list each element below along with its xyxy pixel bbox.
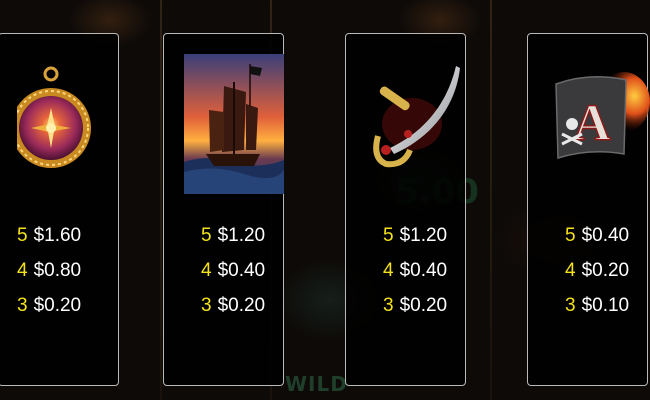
symbol-count: 3: [565, 295, 576, 316]
payout-value: $1.20: [399, 225, 448, 246]
symbol-count: 3: [17, 295, 28, 316]
symbol-count: 3: [201, 295, 212, 316]
reel-divider: [160, 0, 162, 400]
paytable-panel-junk-ship: 5 $1.20 4 $0.40 3 $0.20: [163, 33, 284, 386]
symbol-count: 4: [565, 260, 576, 281]
payout-row: 5 $1.60: [17, 224, 81, 248]
cutlass-icon: [373, 66, 460, 168]
payout-value: $0.40: [399, 260, 448, 281]
compass-icon: [17, 66, 91, 168]
payout-row: 4 $0.40: [201, 259, 265, 283]
symbol-count: 3: [383, 295, 394, 316]
payout-value: $0.40: [217, 260, 266, 281]
symbol-count: 5: [201, 225, 212, 246]
payout-value: $0.10: [581, 295, 630, 316]
payout-row: 4 $0.20: [565, 259, 629, 283]
payout-value: $1.20: [217, 225, 266, 246]
payout-row: 4 $0.80: [17, 259, 81, 283]
paytable-panel-compass: 5 $1.60 4 $0.80 3 $0.20: [0, 33, 119, 386]
payout-row: 3 $0.20: [201, 294, 265, 318]
paytable-panel-pirate-flag-a: A 5 $0.40 4 $0.20 3 $0.10: [527, 33, 650, 386]
symbol-count: 5: [17, 225, 28, 246]
payout-row: 3 $0.10: [565, 294, 629, 318]
payout-row: 4 $0.40: [383, 259, 447, 283]
junk-ship-icon: [184, 54, 284, 194]
symbol-count: 4: [17, 260, 28, 281]
symbol-count: 5: [565, 225, 576, 246]
payout-value: $0.40: [581, 225, 630, 246]
payout-row: 3 $0.20: [17, 294, 81, 318]
payout-value: $0.20: [581, 260, 630, 281]
payout-value: $0.20: [217, 295, 266, 316]
symbol-count: 5: [383, 225, 394, 246]
payout-row: 5 $1.20: [201, 224, 265, 248]
payout-row: 5 $1.20: [383, 224, 447, 248]
paytable-panel-cutlass: 5 $1.20 4 $0.40 3 $0.20: [345, 33, 466, 386]
symbol-count: 4: [383, 260, 394, 281]
payout-value: $0.80: [33, 260, 82, 281]
pirate-flag-a-icon: A: [555, 72, 650, 160]
payout-value: $0.20: [399, 295, 448, 316]
payout-value: $1.60: [33, 225, 82, 246]
payout-row: 5 $0.40: [565, 224, 629, 248]
payout-row: 3 $0.20: [383, 294, 447, 318]
payout-value: $0.20: [33, 295, 82, 316]
reel-divider: [490, 0, 492, 400]
symbol-count: 4: [201, 260, 212, 281]
background-wild-text: WILD: [285, 372, 348, 396]
